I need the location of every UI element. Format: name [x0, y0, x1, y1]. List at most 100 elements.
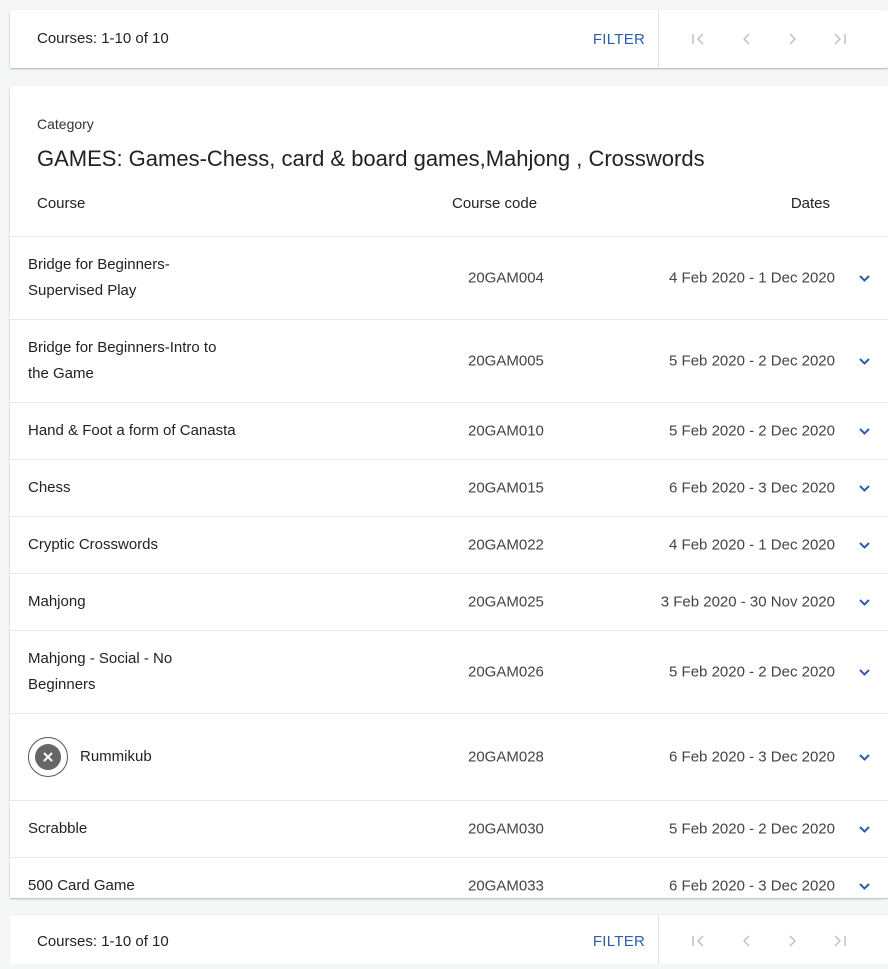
table-row[interactable]: Mahjong - Social - No Beginners 20GAM026 5…: [10, 630, 888, 713]
chevron-down-icon: [858, 753, 870, 761]
course-count: Courses: 1-10 of 10: [37, 933, 169, 950]
chevron-down-icon: [858, 541, 870, 549]
course-name-text: Bridge for Beginners-Intro to the Game: [28, 339, 217, 382]
course-dates: 3 Feb 2020 - 30 Nov 2020: [660, 593, 835, 611]
table-row[interactable]: Mahjong 20GAM025 3 Feb 2020 - 30 Nov 2020: [10, 573, 888, 630]
table-row[interactable]: Cryptic Crosswords 20GAM022 4 Feb 2020 - 1…: [10, 516, 888, 573]
course-dates: 5 Feb 2020 - 2 Dec 2020: [669, 422, 835, 440]
expand-row-button[interactable]: [852, 817, 876, 841]
course-dates: 4 Feb 2020 - 1 Dec 2020: [669, 269, 835, 287]
course-name-text: Cryptic Crosswords: [28, 536, 159, 553]
course-name: Bridge for Beginners- Supervised Play: [28, 252, 328, 304]
course-dates: 4 Feb 2020 - 1 Dec 2020: [669, 536, 835, 554]
chevron-down-icon: [858, 668, 870, 676]
table-row[interactable]: Chess 20GAM015 6 Feb 2020 - 3 Dec 2020: [10, 459, 888, 516]
expand-row-button[interactable]: [852, 419, 876, 443]
previous-page-button[interactable]: [725, 10, 769, 68]
pager-divider: [658, 915, 659, 964]
expand-row-button[interactable]: [852, 745, 876, 769]
course-code: 20GAM025: [468, 593, 544, 611]
expand-row-button[interactable]: [852, 349, 876, 373]
first-page-button[interactable]: [676, 10, 720, 68]
column-header-course: Course: [37, 195, 86, 212]
pager-top: Courses: 1-10 of 10 FILTER: [10, 10, 888, 68]
chevron-down-icon: [858, 598, 870, 606]
chevron-right-icon: [789, 33, 796, 45]
course-list: Bridge for Beginners- Supervised Play 20G…: [10, 236, 888, 898]
filter-button[interactable]: FILTER: [580, 915, 658, 964]
cancelled-icon: [28, 737, 68, 777]
course-code: 20GAM028: [468, 748, 544, 766]
course-name-text: Rummikub: [80, 748, 152, 765]
chevron-left-icon: [743, 935, 750, 947]
course-name: Mahjong - Social - No Beginners: [28, 646, 328, 698]
course-dates: 5 Feb 2020 - 2 Dec 2020: [669, 352, 835, 370]
last-page-icon: [834, 33, 846, 45]
course-dates: 5 Feb 2020 - 2 Dec 2020: [669, 820, 835, 838]
table-row[interactable]: 500 Card Game 20GAM033 6 Feb 2020 - 3 Dec …: [10, 857, 888, 898]
course-count: Courses: 1-10 of 10: [37, 30, 169, 47]
next-page-button[interactable]: [770, 10, 814, 68]
category-card: Category GAMES: Games-Chess, card & boar…: [10, 86, 888, 898]
course-dates: 6 Feb 2020 - 3 Dec 2020: [669, 479, 835, 497]
expand-row-button[interactable]: [852, 476, 876, 500]
filter-button[interactable]: FILTER: [580, 10, 658, 68]
expand-row-button[interactable]: [852, 266, 876, 290]
first-page-icon: [692, 33, 704, 45]
course-name: Cryptic Crosswords: [28, 532, 328, 558]
course-name-text: Bridge for Beginners- Supervised Play: [28, 256, 170, 299]
first-page-button[interactable]: [676, 915, 720, 964]
column-header-course-code: Course code: [452, 195, 538, 212]
table-row[interactable]: Scrabble 20GAM030 5 Feb 2020 - 2 Dec 2020: [10, 800, 888, 857]
expand-row-button[interactable]: [852, 533, 876, 557]
expand-row-button[interactable]: [852, 660, 876, 684]
previous-page-button[interactable]: [725, 915, 769, 964]
course-code: 20GAM015: [468, 479, 544, 497]
chevron-down-icon: [858, 427, 870, 435]
course-name: Hand & Foot a form of Canasta: [28, 418, 328, 444]
course-dates: 6 Feb 2020 - 3 Dec 2020: [669, 877, 835, 895]
course-name-text: Mahjong - Social - No Beginners: [28, 650, 173, 693]
course-name-text: 500 Card Game: [28, 877, 135, 894]
course-code: 20GAM005: [468, 352, 544, 370]
pager-bottom: Courses: 1-10 of 10 FILTER: [10, 915, 888, 964]
course-dates: 5 Feb 2020 - 2 Dec 2020: [669, 663, 835, 681]
course-name-text: Scrabble: [28, 820, 88, 837]
course-name-text: Mahjong: [28, 593, 86, 610]
chevron-down-icon: [858, 484, 870, 492]
course-name-text: Hand & Foot a form of Canasta: [28, 422, 236, 439]
expand-row-button[interactable]: [852, 590, 876, 614]
last-page-icon: [834, 935, 846, 947]
chevron-down-icon: [858, 825, 870, 833]
course-code: 20GAM010: [468, 422, 544, 440]
course-name: 500 Card Game: [28, 873, 328, 898]
table-row[interactable]: Bridge for Beginners- Supervised Play 20G…: [10, 236, 888, 319]
course-code: 20GAM033: [468, 877, 544, 895]
chevron-down-icon: [858, 274, 870, 282]
category-label: Category: [37, 116, 94, 132]
table-row[interactable]: Hand & Foot a form of Canasta 20GAM010 5 F…: [10, 402, 888, 459]
course-dates: 6 Feb 2020 - 3 Dec 2020: [669, 748, 835, 766]
chevron-down-icon: [858, 882, 870, 890]
last-page-button[interactable]: [818, 10, 862, 68]
first-page-icon: [692, 935, 704, 947]
last-page-button[interactable]: [818, 915, 862, 964]
course-name: Rummikub: [28, 737, 328, 777]
table-row[interactable]: Rummikub 20GAM028 6 Feb 2020 - 3 Dec 2020: [10, 713, 888, 800]
course-code: 20GAM004: [468, 269, 544, 287]
pager-divider: [658, 10, 659, 68]
course-name: Mahjong: [28, 589, 328, 615]
course-name: Scrabble: [28, 816, 328, 842]
course-code: 20GAM026: [468, 663, 544, 681]
chevron-down-icon: [858, 357, 870, 365]
course-name: Chess: [28, 475, 328, 501]
next-page-button[interactable]: [770, 915, 814, 964]
expand-row-button[interactable]: [852, 874, 876, 898]
course-name: Bridge for Beginners-Intro to the Game: [28, 335, 328, 387]
table-row[interactable]: Bridge for Beginners-Intro to the Game 20…: [10, 319, 888, 402]
course-name-text: Chess: [28, 479, 71, 496]
course-code: 20GAM030: [468, 820, 544, 838]
chevron-right-icon: [789, 935, 796, 947]
chevron-left-icon: [743, 33, 750, 45]
course-code: 20GAM022: [468, 536, 544, 554]
